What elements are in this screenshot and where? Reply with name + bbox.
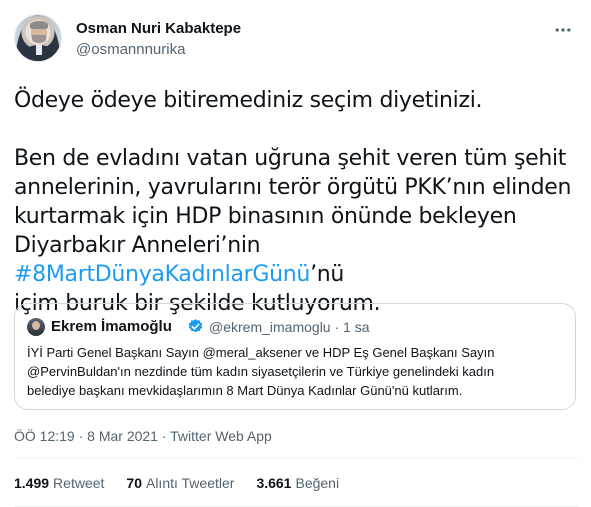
line-suffix: ’nü — [310, 262, 345, 287]
quoted-text-line: İYİ Parti Genel Başkanı Sayın @meral_aks… — [27, 345, 495, 360]
quoted-meta: @ekrem_imamoglu · 1 sa — [209, 319, 370, 335]
quoted-author-avatar[interactable] — [27, 318, 45, 336]
tweet-line: Ben de evladını vatan uğruna şehit veren… — [14, 146, 567, 171]
quotes-count: 70 — [126, 475, 142, 491]
quotes-label: Alıntı Tweetler — [145, 475, 235, 491]
hashtag-link[interactable]: #8MartDünyaKadınlarGünü — [14, 262, 310, 287]
author-display-name[interactable]: Osman Nuri Kabaktepe — [76, 20, 241, 37]
avatar-hair — [30, 21, 48, 29]
tweet-header: Osman Nuri Kabaktepe @osmannnurika — [14, 12, 579, 68]
author-avatar[interactable] — [14, 14, 62, 62]
author-handle[interactable]: @osmannnurika — [76, 41, 185, 58]
tweet-line: annelerinin, yavrularını terör örgütü PK… — [14, 175, 572, 200]
tweet-paragraph-1: Ödeye ödeye bitiremediniz seçim diyetini… — [14, 88, 483, 113]
quoted-author-name[interactable]: Ekrem İmamoğlu — [51, 318, 172, 335]
quoted-avatar-face — [32, 321, 40, 330]
divider — [14, 458, 579, 459]
retweets-label: Retweet — [53, 475, 105, 491]
tweet-line-with-hashtag: Diyarbakır Anneleri’nin #8MartDünyaKadın… — [14, 231, 579, 289]
quoted-text: İYİ Parti Genel Başkanı Sayın @meral_aks… — [27, 343, 567, 400]
retweets-stat[interactable]: 1.499 Retweet — [14, 475, 104, 491]
quoted-text-line: belediye başkanı mevkidaşlarımın 8 Mart … — [27, 383, 463, 398]
tweet-text: Ödeye ödeye bitiremediniz seçim diyetini… — [14, 86, 579, 318]
avatar-beard — [32, 35, 46, 43]
avatar-shirt — [36, 45, 42, 55]
more-options-icon[interactable] — [551, 18, 575, 42]
likes-label: Beğeni — [295, 475, 340, 491]
quoted-handle[interactable]: @ekrem_imamoglu — [209, 319, 331, 335]
quote-tweets-stat[interactable]: 70 Alıntı Tweetler — [126, 475, 234, 491]
meta-separator: · — [334, 319, 340, 335]
likes-stat[interactable]: 3.661 Beğeni — [256, 475, 339, 491]
ellipsis-icon — [555, 28, 571, 32]
retweets-count: 1.499 — [14, 475, 50, 491]
quoted-tweet-card[interactable]: Ekrem İmamoğlu @ekrem_imamoglu · 1 sa İY… — [14, 303, 576, 410]
verified-badge-icon — [188, 319, 203, 333]
quoted-text-line: @PervinBuldan'ın nezdinde tüm kadın siya… — [27, 364, 495, 379]
line-prefix: Diyarbakır Anneleri’nin — [14, 233, 261, 258]
tweet-timestamp[interactable]: ÖÖ 12:19 · 8 Mar 2021 · Twitter Web App — [14, 428, 272, 444]
likes-count: 3.661 — [256, 475, 292, 491]
tweet-line: kurtarmak için HDP binasının önünde bekl… — [14, 204, 517, 229]
engagement-stats: 1.499 Retweet 70 Alıntı Tweetler 3.661 Beğe… — [14, 475, 361, 491]
quoted-time[interactable]: 1 sa — [343, 319, 369, 335]
